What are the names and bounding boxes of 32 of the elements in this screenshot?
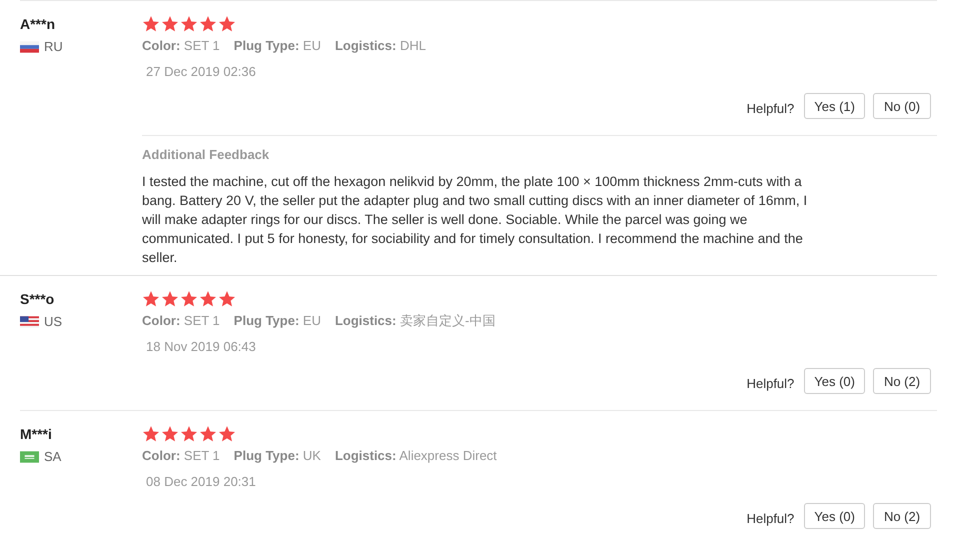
review-date: 27 Dec 2019 02:36 [146, 64, 257, 79]
order-attribute: Logistics: 卖家自定义-中国 [334, 312, 496, 330]
country-code: RU [44, 39, 63, 54]
yes-button[interactable]: Yes (0) [804, 503, 865, 529]
order-attribute: Plug Type: EU [234, 312, 321, 330]
additional-feedback-title: Additional Feedback [142, 147, 270, 162]
review-date: 08 Dec 2019 20:31 [146, 474, 257, 489]
no-button[interactable]: No (0) [873, 93, 931, 119]
order-attribute: Logistics: Aliexpress Direct [334, 447, 497, 465]
country-code: SA [44, 449, 62, 464]
flag-icon [20, 40, 39, 52]
no-button[interactable]: No (2) [873, 503, 931, 529]
order-attribute: Plug Type: EU [234, 37, 321, 55]
order-attribute: Plug Type: UK [234, 447, 321, 465]
flag-icon [20, 450, 39, 462]
helpful-label: Helpful? [746, 510, 794, 526]
order-attribute: Color: SET 1 [142, 312, 220, 330]
feedback-text: I tested the machine, cut off the hexagon nelikvid by 20mm, the plate 100 × 100mm thickness 2mm-cuts with a bang. Battery 20 V, the seller put the adapter plug and two small cutting discs with an inner diameter of 16mm, I will make adapter rings for our discs. The seller is well done. Sociable. While the parcel was going we communicated. I put 5 for honesty, for sociability and for timely consultation. I recommend the machine and the seller. [142, 173, 808, 267]
yes-button[interactable]: Yes (1) [804, 93, 865, 119]
order-attribute: Color: SET 1 [142, 447, 220, 465]
reviewer-name: S***o [20, 290, 56, 309]
review-date: 18 Nov 2019 06:43 [146, 339, 257, 354]
flag-icon [20, 316, 39, 328]
country-code: US [44, 314, 62, 329]
reviewer-name: A***n [20, 15, 56, 34]
no-button[interactable]: No (2) [873, 368, 931, 394]
helpful-label: Helpful? [746, 376, 794, 390]
order-attribute: Color: SET 1 [142, 37, 220, 55]
yes-button[interactable]: Yes (0) [804, 368, 865, 394]
order-attribute: Logistics: DHL [334, 37, 426, 55]
helpful-label: Helpful? [746, 100, 794, 116]
reviewer-name: M***i [20, 425, 53, 444]
